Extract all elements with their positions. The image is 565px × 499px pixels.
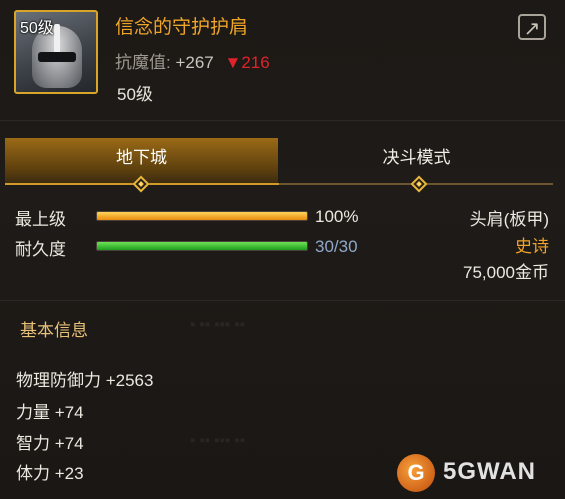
- watermark-logo: G: [397, 454, 435, 492]
- durability-bar: [96, 241, 308, 251]
- magic-resist-stat: 抗魔值: +267 ▼216: [115, 48, 270, 73]
- stat-value: +267: [175, 53, 214, 72]
- ghost-text: ▪ ▪▪ ▪▪▪ ▪▪: [190, 316, 246, 333]
- upgrade-bar-fill: [97, 212, 307, 220]
- mode-tabs: 地下城 决斗模式: [5, 138, 553, 193]
- basic-info-title: 基本信息: [20, 321, 88, 340]
- helm-visor: [38, 52, 76, 62]
- share-button[interactable]: ↗: [518, 14, 546, 40]
- item-name: 信念的守护护肩: [115, 17, 249, 38]
- attribute-stamina: 体力 +23: [16, 464, 84, 483]
- share-icon: ↗: [523, 18, 541, 40]
- watermark-text: 5GWAN: [443, 458, 537, 485]
- upgrade-value: 100%: [315, 207, 359, 226]
- equip-slot: 头肩(板甲): [469, 210, 549, 229]
- durability-label: 耐久度: [15, 240, 66, 259]
- watermark: G 5GWAN: [397, 452, 557, 494]
- rarity-label: 史诗: [515, 237, 549, 256]
- item-icon[interactable]: 50级: [14, 10, 98, 94]
- durability-bar-fill: [97, 242, 307, 250]
- divider: [0, 300, 565, 301]
- required-level: 50级: [117, 85, 153, 104]
- upgrade-label: 最上级: [15, 210, 66, 229]
- helm-ridge: [54, 24, 60, 54]
- icon-level-badge: 50级: [20, 20, 54, 37]
- tab-underline: [5, 183, 553, 185]
- stat-diff: ▼216: [224, 53, 270, 72]
- divider: [0, 120, 565, 121]
- stat-label: 抗魔值:: [115, 53, 171, 72]
- item-tooltip-panel: 50级 信念的守护护肩 抗魔值: +267 ▼216 50级 ↗ 地下城 决斗模…: [0, 0, 565, 499]
- attribute-strength: 力量 +74: [16, 403, 84, 422]
- attribute-physical-defense: 物理防御力 +2563: [16, 371, 154, 390]
- attribute-intelligence: 智力 +74: [16, 434, 84, 453]
- ghost-text: ▪ ▪▪ ▪▪▪ ▪▪: [190, 432, 246, 449]
- price-label: 75,000金币: [463, 263, 549, 282]
- upgrade-bar: [96, 211, 308, 221]
- durability-value: 30/30: [315, 237, 358, 256]
